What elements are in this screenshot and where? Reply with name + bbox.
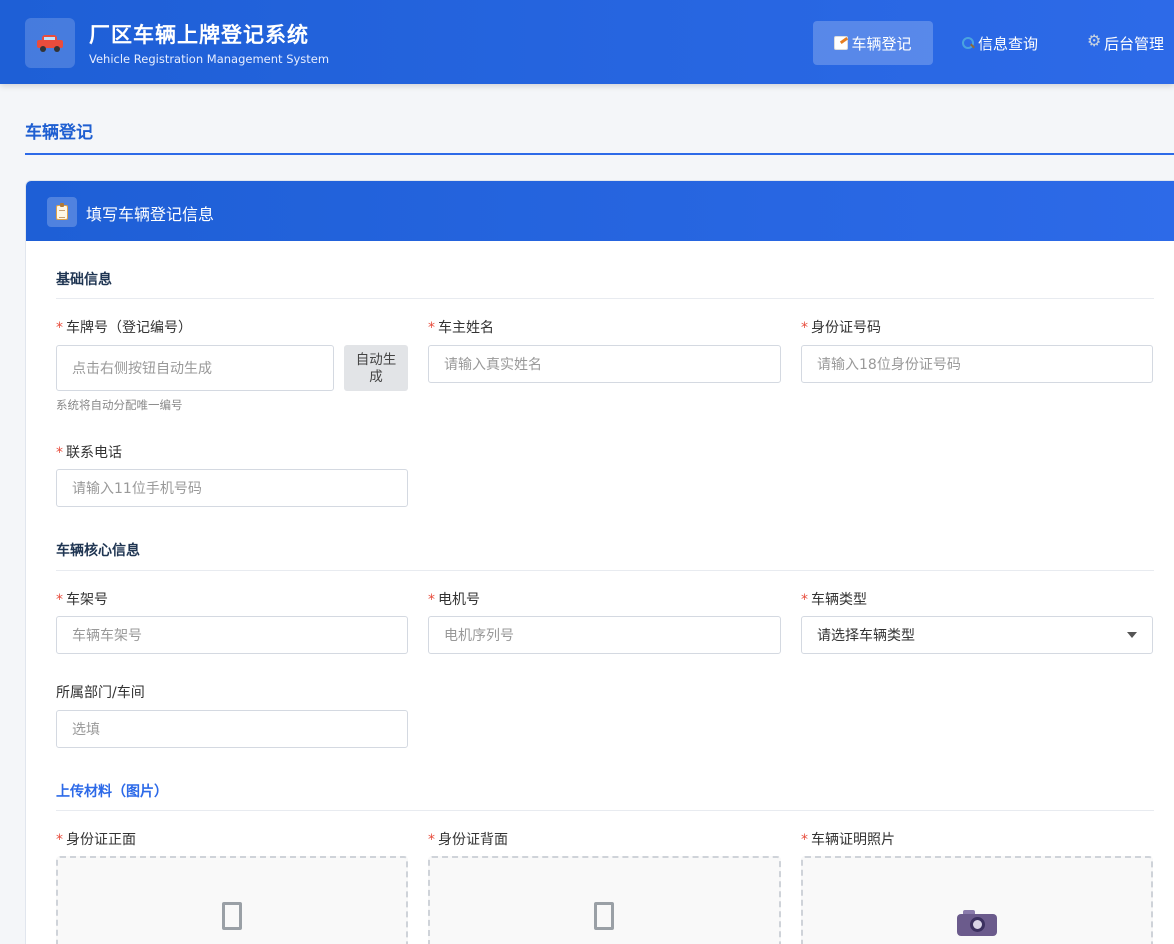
vehicle-type-value: 请选择车辆类型 <box>817 628 915 644</box>
camera-icon <box>957 909 997 936</box>
logo <box>25 18 75 68</box>
upload-id-back[interactable] <box>428 856 781 944</box>
field-label-phone: * 联系电话 <box>56 445 122 461</box>
vehicle-type-select[interactable]: 请选择车辆类型 <box>801 616 1153 654</box>
card-header: 填写车辆登记信息 <box>26 181 1174 241</box>
card-title: 填写车辆登记信息 <box>86 205 215 224</box>
app-subtitle: Vehicle Registration Management System <box>89 52 330 66</box>
page-title: 车辆登记 <box>25 123 93 143</box>
magnifier-icon <box>961 36 975 50</box>
phone-input[interactable]: 请输入11位手机号码 <box>56 469 408 507</box>
upload-id-front[interactable] <box>56 856 408 944</box>
plate-hint: 系统将自动分配唯一编号 <box>56 398 183 412</box>
image-placeholder-icon <box>222 902 242 930</box>
app-header: 厂区车辆上牌登记系统 Vehicle Registration Manageme… <box>0 0 1174 84</box>
field-label-dept: 所属部门/车间 <box>56 685 145 701</box>
auto-generate-button[interactable]: 自动生成 <box>344 345 408 391</box>
memo-icon <box>834 36 849 50</box>
department-input[interactable]: 选填 <box>56 710 408 748</box>
gear-icon <box>1087 33 1101 50</box>
nav-admin[interactable]: 后台管理 <box>1087 21 1164 65</box>
card-icon-box <box>47 197 77 227</box>
field-label-id-front: * 身份证正面 <box>56 832 136 848</box>
section-divider <box>56 298 1154 299</box>
field-label-id-back: * 身份证背面 <box>428 832 508 848</box>
section-title-basic: 基础信息 <box>56 272 112 288</box>
field-label-owner: * 车主姓名 <box>428 320 494 336</box>
nav-label: 信息查询 <box>978 34 1039 53</box>
clipboard-icon <box>56 202 68 220</box>
nav-label: 车辆登记 <box>851 34 912 53</box>
car-icon <box>37 35 63 52</box>
section-divider <box>56 810 1154 811</box>
registration-card: 填写车辆登记信息 <box>25 180 1174 944</box>
nav-label: 后台管理 <box>1104 34 1165 53</box>
motor-number-input[interactable]: 电机序列号 <box>428 616 781 654</box>
section-title-vehicle: 车辆核心信息 <box>56 543 140 559</box>
nav-info-query[interactable]: 信息查询 <box>961 21 1038 65</box>
section-divider <box>56 570 1154 571</box>
field-label-motor: * 电机号 <box>428 592 480 608</box>
field-label-vehicle-photo: * 车辆证明照片 <box>801 832 895 848</box>
section-title-upload: 上传材料（图片） <box>56 784 168 800</box>
field-label-type: * 车辆类型 <box>801 592 867 608</box>
plate-input[interactable]: 点击右侧按钮自动生成 <box>56 345 334 391</box>
field-label-idcard: * 身份证号码 <box>801 320 881 336</box>
image-placeholder-icon <box>594 902 614 930</box>
field-label-frame: * 车架号 <box>56 592 108 608</box>
frame-number-input[interactable]: 车辆车架号 <box>56 616 408 654</box>
field-label-plate: * 车牌号（登记编号） <box>56 320 192 336</box>
owner-name-input[interactable]: 请输入真实姓名 <box>428 345 781 383</box>
chevron-down-icon <box>1127 632 1137 638</box>
page-title-divider <box>25 153 1174 155</box>
app-title: 厂区车辆上牌登记系统 <box>89 23 309 47</box>
idcard-input[interactable]: 请输入18位身份证号码 <box>801 345 1153 383</box>
nav-vehicle-registration[interactable]: 车辆登记 <box>813 21 933 65</box>
